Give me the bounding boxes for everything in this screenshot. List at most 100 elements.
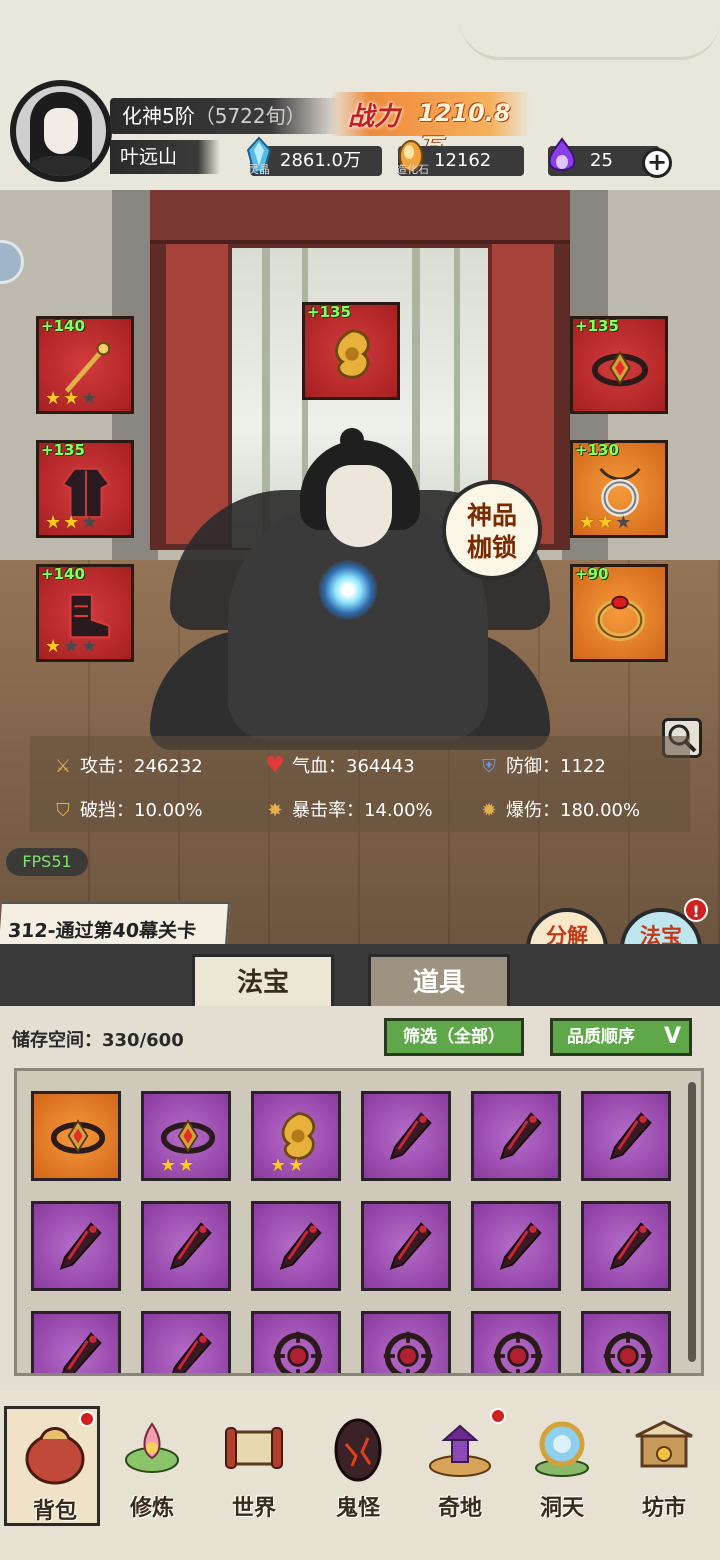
demon-egg-icon xyxy=(334,1418,382,1482)
dark-dagger-icon xyxy=(62,1332,102,1373)
stats-panel: ⚔ 攻击：246232 ♥ 气血：364443 ⛨ 防御：1122 ⛉ 破挡：10.00… xyxy=(30,736,690,832)
inventory-item[interactable] xyxy=(141,1311,231,1373)
star-icon: ★ xyxy=(63,636,82,657)
add-resource-button[interactable]: + xyxy=(642,148,672,178)
filter-dropdown[interactable]: 筛选（全部） xyxy=(384,1018,524,1056)
star-rating: ★★★ xyxy=(579,512,633,533)
inventory-scrollbar[interactable] xyxy=(688,1082,696,1362)
dark-dagger-icon xyxy=(499,1222,542,1270)
inventory-item[interactable] xyxy=(141,1201,231,1291)
ruby-ring-icon xyxy=(594,595,646,642)
inventory-item[interactable] xyxy=(251,1201,341,1291)
nav-label: 洞天 xyxy=(539,1495,584,1521)
nav-item-0[interactable]: 背包 xyxy=(4,1406,100,1526)
star-icon: ★ xyxy=(81,512,100,533)
divine-shackle-button[interactable]: 神品 枷锁 xyxy=(442,480,542,580)
nav-item-6[interactable]: 坊市 xyxy=(616,1406,712,1526)
inventory-item[interactable] xyxy=(361,1201,451,1291)
inventory-item[interactable] xyxy=(31,1311,121,1373)
notification-dot xyxy=(79,1411,95,1427)
inventory-item[interactable] xyxy=(581,1311,671,1373)
thorn-wheel-icon xyxy=(493,1331,543,1373)
chevron-down-icon: V xyxy=(663,1024,681,1049)
power-label: 战力 xyxy=(348,102,401,132)
ruby-circlet-icon xyxy=(50,1119,106,1154)
purple-flame-icon xyxy=(548,137,576,171)
equip-slot-headgear[interactable]: +135 xyxy=(570,316,668,414)
inventory-item[interactable] xyxy=(31,1091,121,1181)
nav-item-2[interactable]: 世界 xyxy=(206,1406,302,1526)
sort-dropdown[interactable]: 品质顺序 V xyxy=(550,1018,692,1056)
inventory-item[interactable] xyxy=(471,1091,561,1181)
spirit-crystal-caption: 灵晶 xyxy=(248,163,270,176)
nav-item-5[interactable]: 洞天 xyxy=(514,1406,610,1526)
nav-label: 奇地 xyxy=(437,1495,482,1521)
notification-dot xyxy=(490,1408,506,1424)
equip-slot-weapon[interactable]: +140 ★★★ xyxy=(36,316,134,414)
shackle-label-line1: 神品 xyxy=(466,501,517,530)
storage-capacity: 储存空间：330/600 xyxy=(12,1030,184,1051)
cloud-decoration xyxy=(460,0,720,60)
star-icon: ★ xyxy=(288,1155,307,1176)
equip-slot-necklace[interactable]: +130 ★★★ xyxy=(570,440,668,538)
nav-label: 修炼 xyxy=(129,1495,174,1521)
gate-lintel xyxy=(150,190,570,244)
inventory-item[interactable] xyxy=(361,1311,451,1373)
star-icon: ★ xyxy=(63,388,82,409)
inventory-item[interactable]: ★★ xyxy=(251,1091,341,1181)
star-icon: ★ xyxy=(45,388,64,409)
creation-stone-counter: 造化石 12162 xyxy=(396,140,524,176)
dark-dagger-icon xyxy=(172,1332,212,1373)
equip-level: +135 xyxy=(41,441,85,459)
nav-item-4[interactable]: 奇地 xyxy=(412,1406,508,1526)
creation-stone-value: 12162 xyxy=(434,150,492,171)
inventory-item[interactable] xyxy=(471,1201,561,1291)
bag-icon xyxy=(25,1427,85,1485)
player-avatar[interactable] xyxy=(10,80,112,182)
spirit-orb xyxy=(318,560,378,620)
star-icon: ★ xyxy=(45,512,64,533)
equip-level: +130 xyxy=(575,441,619,459)
inventory-item[interactable] xyxy=(471,1311,561,1373)
thorn-wheel-icon xyxy=(273,1331,323,1373)
star-rating: ★★★ xyxy=(45,636,99,657)
star-rating: ★★★ xyxy=(45,512,99,533)
nav-label: 背包 xyxy=(32,1498,77,1524)
inventory-panel: 储存空间：330/600 筛选（全部） 品质顺序 V ★★ ★★ xyxy=(0,1006,720,1390)
nav-item-3[interactable]: 鬼怪 xyxy=(310,1406,406,1526)
spirit-crystal-counter: 灵晶 2861.0万 xyxy=(246,136,382,176)
equip-slot-armor[interactable]: +135 ★★★ xyxy=(36,440,134,538)
sword-icon: ⚔ xyxy=(54,756,72,777)
stat-crit-rate: ✸ 暴击率：14.00% xyxy=(264,796,432,822)
dark-dagger-icon xyxy=(169,1222,212,1270)
star-icon: ★ xyxy=(270,1155,289,1176)
equip-level: +140 xyxy=(41,317,85,335)
equip-slot-ring[interactable]: +90 xyxy=(570,564,668,662)
tab-treasure[interactable]: 法宝 xyxy=(192,954,334,1006)
lotus-icon xyxy=(125,1422,179,1473)
star-icon: ★ xyxy=(45,636,64,657)
inventory-item[interactable]: ★★ xyxy=(141,1091,231,1181)
combat-power: 战力 1210.8万 xyxy=(330,92,530,161)
inventory-item[interactable] xyxy=(251,1311,341,1373)
tab-items[interactable]: 道具 xyxy=(368,954,510,1006)
golden-dragon-ornament-icon xyxy=(335,329,370,379)
equip-slot-boots[interactable]: +140 ★★★ xyxy=(36,564,134,662)
player-name: 叶远山 xyxy=(110,140,220,174)
equip-slot-talisman[interactable]: +135 xyxy=(302,302,400,400)
dark-dagger-icon xyxy=(389,1222,432,1270)
star-icon: ★ xyxy=(81,636,100,657)
inventory-item[interactable] xyxy=(361,1091,451,1181)
dark-dagger-icon xyxy=(279,1222,322,1270)
nav-label: 世界 xyxy=(231,1495,276,1521)
inventory-item[interactable] xyxy=(31,1201,121,1291)
dark-dagger-icon xyxy=(499,1112,542,1160)
inventory-item[interactable] xyxy=(581,1091,671,1181)
realm-label: 化神5阶 xyxy=(122,104,195,128)
door-panel-left xyxy=(166,244,232,544)
dark-dagger-icon xyxy=(609,1222,652,1270)
dark-dagger-icon xyxy=(59,1222,102,1270)
dark-dagger-icon xyxy=(389,1112,432,1160)
inventory-item[interactable] xyxy=(581,1201,671,1291)
nav-item-1[interactable]: 修炼 xyxy=(104,1406,200,1526)
